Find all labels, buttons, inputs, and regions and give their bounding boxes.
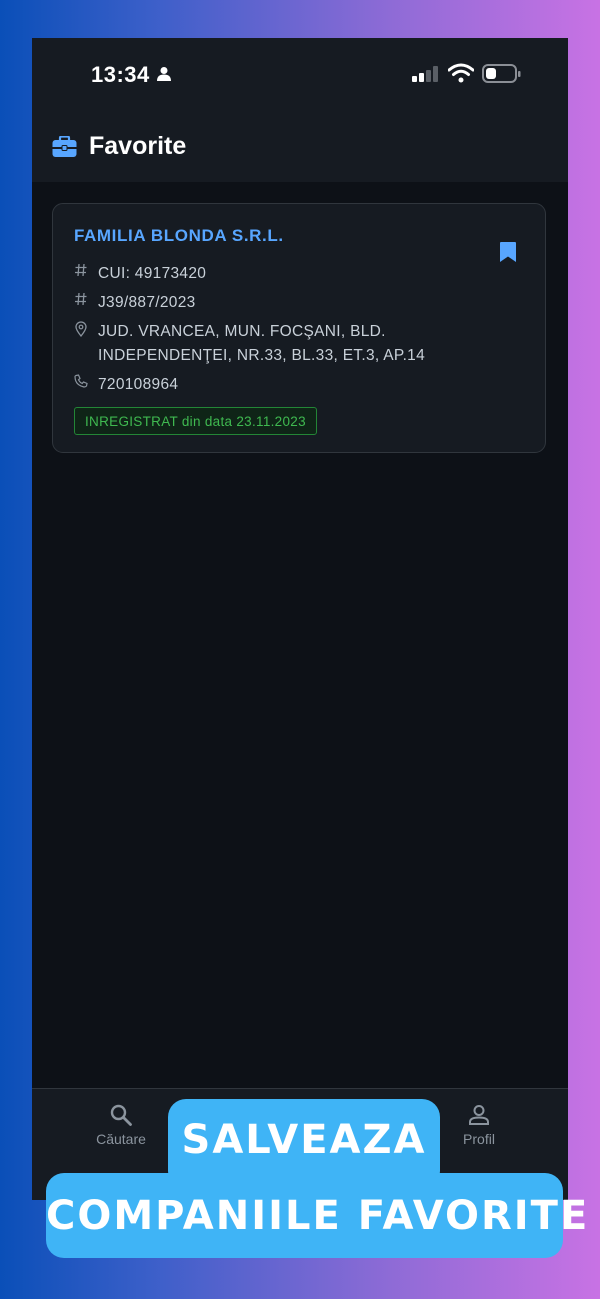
registration-value: J39/887/2023 [98,294,196,311]
phone-screen: 13:34 Favorite FAMILIA BLONDA S.R.L. CUI… [32,38,568,1200]
tab-search-label: Căutare [96,1131,146,1147]
phone-value[interactable]: 720108964 [98,373,178,397]
person-icon [157,67,171,81]
briefcase-icon [52,136,77,157]
bookmark-icon[interactable] [499,241,517,263]
tab-search[interactable]: Căutare [71,1103,171,1147]
promo-headline-line-2: COMPANIILE FAVORITE [46,1193,590,1239]
battery-icon [482,64,521,83]
profile-icon [469,1105,489,1125]
company-name[interactable]: FAMILIA BLONDA S.R.L. [74,226,284,246]
wifi-icon [448,63,474,83]
phone-icon [74,374,88,388]
cui-value: CUI: 49173420 [98,265,207,282]
tab-profile-label: Profil [463,1131,495,1147]
status-bar: 13:34 [32,38,568,112]
hash-icon [75,292,87,306]
company-card[interactable]: FAMILIA BLONDA S.R.L. CUI: 49173420 J39/… [52,203,546,453]
status-badge: INREGISTRAT din data 23.11.2023 [74,407,317,435]
address-line-1: JUD. VRANCEA, MUN. FOCŞANI, BLD. [98,323,386,340]
app-header: Favorite [32,112,568,182]
page-title: Favorite [89,132,187,160]
location-pin-icon [75,321,87,337]
search-icon [110,1104,132,1126]
signal-icon [412,66,438,82]
status-time: 13:34 [91,62,150,87]
hash-icon [75,263,87,277]
address-line-2: INDEPENDENŢEI, NR.33, BL.33, ET.3, AP.14 [98,347,426,364]
promo-headline-line-1: SALVEAZA [181,1117,427,1163]
tab-profile[interactable]: Profil [429,1103,529,1147]
